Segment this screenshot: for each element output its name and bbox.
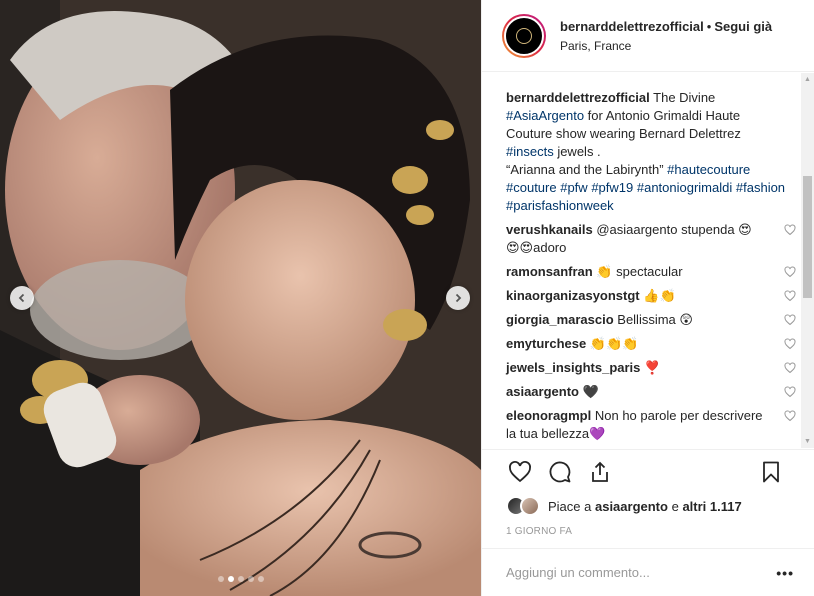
comment-item: jewels_insights_paris ❣️ [506,359,796,377]
carousel-dot [237,576,244,582]
hashtag-link[interactable]: #insects [506,144,554,159]
following-button[interactable]: Segui già [714,19,772,34]
share-icon [592,461,608,482]
hashtag-link[interactable]: #fashion [736,180,785,195]
caption-username[interactable]: bernarddelettrezofficial [506,90,650,105]
comment-bubble-icon [549,461,571,483]
comment-text: 🖤 [578,384,599,399]
comment-like-heart-icon[interactable] [784,290,796,302]
comment-text: 👏👏👏 [586,336,639,351]
comment-item: eleonoragmpl Non ho parole per descriver… [506,407,796,443]
avatar[interactable] [504,15,544,56]
comment-username[interactable]: giorgia_marascio [506,312,614,327]
carousel-indicator [0,576,481,582]
comment-like-heart-icon[interactable] [784,224,796,236]
likes-count-link[interactable]: altri 1.117 [682,499,741,514]
liker-username-link[interactable]: asiaargento [595,499,668,514]
caption-text: The Divine [649,90,716,105]
comment-username[interactable]: kinaorganizasyonstgt [506,288,640,303]
post-header: bernarddelettrezofficial • Segui già Paris… [482,0,814,72]
heart-icon [509,461,531,483]
comment-button[interactable] [546,458,574,486]
carousel-dot [257,576,264,582]
comment-text: 👍👏 [639,288,676,303]
post-timestamp[interactable]: 1 GIORNO FA [506,526,790,537]
separator-dot: • [706,18,712,34]
carousel-dot [227,576,234,582]
comment-item: giorgia_marascio Bellissima 😲 [506,311,796,329]
comments-scrollbar[interactable]: ▲ ▼ [801,73,814,448]
chevron-right-icon [455,293,462,303]
liker-avatar[interactable] [520,496,540,516]
likes-summary: Piace a asiaargento e altri 1.117 [506,494,790,518]
scroll-down-arrow-icon[interactable]: ▼ [801,435,814,448]
scrollbar-thumb[interactable] [803,176,812,298]
likes-prefix: Piace a [548,498,595,514]
carousel-dot [217,576,224,582]
more-options-button[interactable]: ••• [776,565,794,581]
comment-like-heart-icon[interactable] [784,314,796,326]
comment-item: asiaargento 🖤 [506,383,796,401]
add-comment-bar: ••• [482,548,814,596]
carousel-dot [247,576,254,582]
comment-like-heart-icon[interactable] [784,386,796,398]
comment-item: emyturchese 👏👏👏 [506,335,796,353]
comment-item: ramonsanfran 👏 spectacular [506,263,796,281]
hashtag-link[interactable]: #couture [506,180,557,195]
comment-username[interactable]: verushkanails [506,222,593,237]
comment-text: 👏 spectacular [592,264,683,279]
username-link[interactable]: bernarddelettrezofficial [560,19,704,34]
comment-input[interactable] [506,565,777,580]
comment-username[interactable]: asiaargento [506,384,579,399]
story-ring[interactable] [502,13,546,58]
hashtag-link[interactable]: #pfw19 [591,180,633,195]
comment-username[interactable]: emyturchese [506,336,586,351]
comment-text: ❣️ [640,360,661,375]
carousel-prev-button[interactable] [10,286,34,310]
caption-text: “Arianna and the Labirynth” [506,162,668,177]
comment-like-heart-icon[interactable] [784,362,796,374]
hashtag-link[interactable]: #AsiaArgento [506,108,584,123]
photo-placeholder [0,0,481,596]
hashtag-link[interactable]: #hautecouture [667,162,750,177]
bookmark-icon [763,461,779,483]
hashtag-link[interactable]: #pfw [560,180,587,195]
instagram-post: bernarddelettrezofficial • Segui già Paris… [0,0,814,596]
comment-username[interactable]: jewels_insights_paris [506,360,640,375]
comment-username[interactable]: eleonoragmpl [506,408,591,423]
post-sidebar: bernarddelettrezofficial • Segui già Paris… [481,0,814,596]
likes-mid: e [667,498,683,514]
scroll-up-arrow-icon[interactable]: ▲ [801,73,814,86]
comment-item: kinaorganizasyonstgt 👍👏 [506,287,796,305]
post-photo[interactable] [0,0,481,596]
carousel-next-button[interactable] [446,286,470,310]
caption-text: jewels . [553,144,601,159]
share-button[interactable] [586,458,614,486]
post-actions: Piace a asiaargento e altri 1.117 1 GIOR… [482,449,814,537]
hashtag-link[interactable]: #parisfashionweek [506,198,614,213]
comment-like-heart-icon[interactable] [784,338,796,350]
comment-text: Bellissima 😲 [613,312,693,327]
save-button[interactable] [757,458,785,486]
brand-logo-icon [516,27,532,44]
comment-username[interactable]: ramonsanfran [506,264,593,279]
location-link[interactable]: Paris, France [560,39,772,53]
comment-item: verushkanails @asiaargento stupenda 😍😍😍a… [506,221,796,257]
comments-list[interactable]: bernarddelettrezofficial The Divine #Asi… [482,73,814,448]
like-button[interactable] [506,458,534,486]
hashtag-link[interactable]: #antoniogrimaldi [637,180,732,195]
comment-like-heart-icon[interactable] [784,410,796,422]
caption: bernarddelettrezofficial The Divine #Asi… [506,89,786,215]
comment-like-heart-icon[interactable] [784,266,796,278]
chevron-left-icon [18,293,25,303]
